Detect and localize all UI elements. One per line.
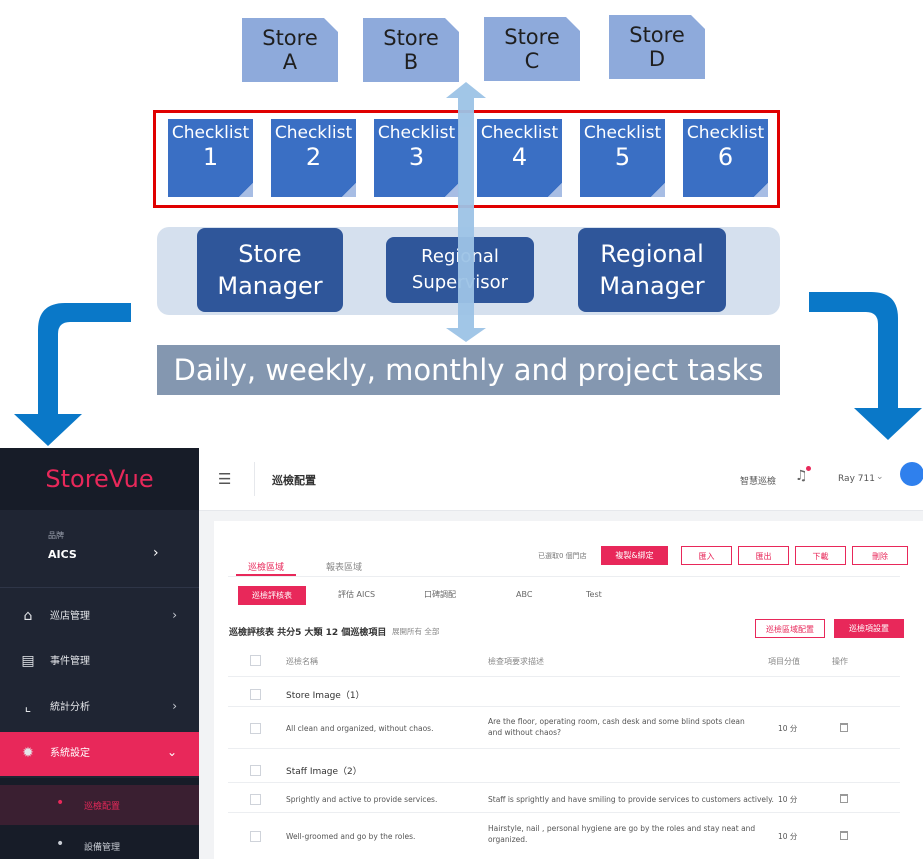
sidebar-item-settings[interactable]: ✹ 系統設定 ⌄ xyxy=(0,732,199,776)
storevue-app: StoreVue 品牌 AICS › ⌂ 巡店管理 › ▤ 事件管理 ⌞ 統計分… xyxy=(0,448,923,859)
bullet-icon: • xyxy=(56,836,65,852)
user-name[interactable]: Ray 711 xyxy=(838,474,875,484)
column-header-score: 項目分值 xyxy=(768,657,800,666)
clipboard-icon: ▤ xyxy=(21,653,35,669)
org-label: 品牌 xyxy=(48,531,64,540)
bell-icon[interactable]: ♫ xyxy=(795,468,808,484)
menu-collapse-icon[interactable]: ☰ xyxy=(218,470,231,488)
table-row-divider xyxy=(228,782,900,783)
smart-patrol-link[interactable]: 智慧巡檢 xyxy=(740,474,776,487)
select-all-checkbox[interactable] xyxy=(250,655,261,666)
row-checkbox[interactable] xyxy=(250,831,261,842)
home-icon: ⌂ xyxy=(23,608,33,624)
subtab-aics[interactable]: 評估 AICS xyxy=(338,588,375,602)
table-cell-description: Are the floor, operating room, cash desk… xyxy=(488,717,745,737)
sidebar-item-label: 事件管理 xyxy=(50,656,90,667)
table-row-divider xyxy=(228,706,900,707)
down-arrow-head xyxy=(446,328,486,342)
table-cell-score: 10 分 xyxy=(778,724,798,733)
row-checkbox[interactable] xyxy=(250,723,261,734)
trash-icon[interactable] xyxy=(840,831,848,840)
sidebar-divider xyxy=(0,587,199,588)
topbar-divider xyxy=(254,462,255,496)
item-settings-button[interactable]: 巡檢項設置 xyxy=(834,619,904,638)
chevron-down-icon: ⌄ xyxy=(166,745,177,759)
chart-icon: ⌞ xyxy=(24,699,32,715)
download-button[interactable]: 下載 xyxy=(795,546,846,565)
sidebar-subitem-inspection-config[interactable]: 巡檢配置 xyxy=(84,799,120,812)
org-chevron-icon[interactable]: › xyxy=(153,545,159,561)
group-title: Staff Image（2） xyxy=(286,767,362,777)
subtab-test[interactable]: Test xyxy=(586,588,602,602)
table-cell-name: Sprightly and active to provide services… xyxy=(286,795,438,804)
column-header-description: 檢查項要求描述 xyxy=(488,657,544,666)
import-button[interactable]: 匯入 xyxy=(681,546,732,565)
notification-dot xyxy=(806,466,811,471)
column-header-actions: 操作 xyxy=(832,657,848,666)
table-cell-score: 10 分 xyxy=(778,832,798,841)
table-row-divider xyxy=(228,812,900,813)
group-title: Store Image（1） xyxy=(286,691,365,701)
sidebar-item-analytics[interactable]: ⌞ 統計分析 › xyxy=(0,686,199,730)
trash-icon[interactable] xyxy=(840,723,848,732)
sidebar-item-events[interactable]: ▤ 事件管理 xyxy=(0,640,199,684)
column-header-name: 巡檢名稱 xyxy=(286,657,318,666)
org-value: AICS xyxy=(48,548,77,561)
right-curved-arrow xyxy=(809,292,922,440)
table-cell-description: Staff is sprightly and have smiling to p… xyxy=(488,795,774,804)
export-button[interactable]: 匯出 xyxy=(738,546,789,565)
row-checkbox[interactable] xyxy=(250,794,261,805)
gear-icon: ✹ xyxy=(22,745,34,761)
delete-button[interactable]: 刪除 xyxy=(852,546,908,565)
left-curved-arrow xyxy=(14,303,131,446)
sidebar-item-patrol[interactable]: ⌂ 巡店管理 › xyxy=(0,595,199,639)
brand-logo: StoreVue xyxy=(0,448,199,510)
area-config-button[interactable]: 巡檢區域配置 xyxy=(755,619,825,638)
up-arrow-head xyxy=(446,82,486,98)
chevron-down-icon[interactable]: ⌄ xyxy=(876,472,884,482)
avatar[interactable] xyxy=(900,462,923,486)
table-cell-name: Well-groomed and go by the roles. xyxy=(286,832,416,841)
expand-all-link[interactable]: 展開所有 全部 xyxy=(392,626,439,637)
vertical-connector xyxy=(458,98,474,328)
sidebar-item-label: 巡店管理 xyxy=(50,611,90,622)
sidebar-item-label: 系統設定 xyxy=(50,748,90,759)
group-checkbox[interactable] xyxy=(250,765,261,776)
tab-report-area[interactable]: 報表區域 xyxy=(326,560,362,573)
chevron-right-icon: › xyxy=(172,608,177,622)
diagram-arrows xyxy=(14,82,922,446)
tab-inspection-area[interactable]: 巡檢區域 xyxy=(248,560,284,573)
subtab-reputation[interactable]: 口碑調配 xyxy=(424,588,456,602)
trash-icon[interactable] xyxy=(840,794,848,803)
table-cell-description: Hairstyle, nail , personal hygiene are g… xyxy=(488,824,756,844)
page-title: 巡檢配置 xyxy=(272,474,316,487)
sidebar-item-label: 統計分析 xyxy=(50,702,90,713)
subtab-inspection-form[interactable]: 巡檢評核表 xyxy=(238,586,306,605)
selected-stores-hint: 已選取0 個門店 xyxy=(538,552,587,560)
sidebar: StoreVue 品牌 AICS › ⌂ 巡店管理 › ▤ 事件管理 ⌞ 統計分… xyxy=(0,448,199,859)
table-cell-score: 10 分 xyxy=(778,795,798,804)
tab-bar-line xyxy=(228,576,900,577)
table-cell-name: All clean and organized, without chaos. xyxy=(286,724,434,733)
form-summary: 巡檢評核表 共分5 大類 12 個巡檢項目 xyxy=(229,628,387,638)
sidebar-subitem-device-management[interactable]: 設備管理 xyxy=(84,840,120,853)
group-checkbox[interactable] xyxy=(250,689,261,700)
chevron-right-icon: › xyxy=(172,699,177,713)
table-row-divider xyxy=(228,676,900,677)
bullet-icon: • xyxy=(56,795,65,811)
copy-bind-button[interactable]: 複製&綁定 xyxy=(601,546,668,565)
table-row-divider xyxy=(228,748,900,749)
subtab-abc[interactable]: ABC xyxy=(516,588,532,602)
